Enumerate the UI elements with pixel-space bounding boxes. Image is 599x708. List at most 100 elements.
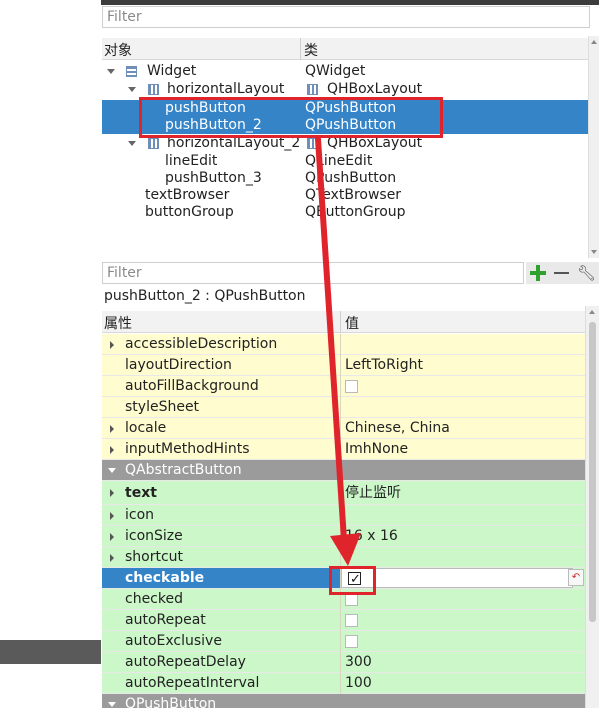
property-row-autorepeatdelay[interactable]: autoRepeatDelay 300 [102,652,585,673]
property-name-cell: accessibleDescription [102,334,340,354]
property-value[interactable] [341,397,585,417]
tree-class-name: QWidget [305,63,366,79]
expand-arrow-icon[interactable] [110,446,114,454]
layout-icon [307,138,318,149]
annotation-highlight-checkable [329,566,376,595]
property-name: autoExclusive [125,633,222,649]
property-value[interactable]: ImhNone [341,439,585,459]
annotation-highlight-selected-buttons [139,97,443,138]
widget-icon [126,66,137,77]
form-canvas[interactable] [0,0,101,708]
property-name: styleSheet [125,399,200,415]
property-name-cell: text [102,481,340,504]
property-name-cell: autoRepeat [102,610,340,630]
property-name-cell: checked [102,589,340,609]
property-group-name: QPushButton [125,696,217,708]
property-value[interactable] [341,334,585,354]
property-row-accessibledescription[interactable]: accessibleDescription [102,334,585,355]
property-value[interactable]: 停止监听 [341,481,585,504]
column-header-object[interactable]: 对象 [104,40,132,60]
property-row-text[interactable]: text 停止监听 [102,481,585,505]
property-row-inputmethodhints[interactable]: inputMethodHints ImhNone [102,439,585,460]
tree-object-name: lineEdit [165,153,218,169]
scroll-down-icon[interactable] [591,250,597,254]
plus-icon[interactable] [529,264,547,282]
collapse-arrow-icon[interactable] [108,468,116,473]
property-row-shortcut[interactable]: shortcut [102,547,585,568]
property-name: icon [125,507,155,523]
tree-row-textbrowser[interactable]: textBrowser QTextBrowser [102,187,588,204]
layout-icon [307,84,318,95]
property-value[interactable]: Chinese, China [341,418,585,438]
tree-row-lineedit[interactable]: lineEdit QLineEdit [102,153,588,170]
property-name: checked [125,591,183,607]
property-toolbar: 🔧︎ [526,262,599,284]
column-header-value[interactable]: 值 [345,313,359,333]
expand-arrow-icon[interactable] [110,512,114,520]
property-name-cell: layoutDirection [102,355,340,375]
column-header-property[interactable]: 属性 [104,313,132,333]
property-row-autoexclusive[interactable]: autoExclusive [102,631,585,652]
minus-icon[interactable] [553,264,571,282]
property-name-cell: autoFillBackground [102,376,340,396]
autorepeat-checkbox[interactable] [345,614,358,627]
property-value[interactable]: 300 [341,652,585,672]
expand-arrow-icon[interactable] [110,489,114,497]
reset-arrow-icon[interactable]: ↶ [568,569,584,586]
property-table: accessibleDescription layoutDirection Le… [102,334,585,708]
autofillbackground-checkbox[interactable] [345,380,358,393]
tree-row-pushbutton-3[interactable]: pushButton_3 QPushButton [102,170,588,187]
expand-arrow-icon[interactable] [110,425,114,433]
property-row-autorepeat[interactable]: autoRepeat [102,610,585,631]
expand-arrow-icon[interactable] [110,533,114,541]
tree-object-name: Widget [147,63,197,79]
wrench-icon[interactable]: 🔧︎ [577,264,596,282]
column-header-class[interactable]: 类 [304,40,318,60]
panel-title-strip [101,0,599,5]
property-name-cell: shortcut [102,547,340,567]
property-name: checkable [125,570,205,586]
autoexclusive-checkbox[interactable] [345,635,358,648]
property-row-icon[interactable]: icon [102,505,585,526]
property-row-locale[interactable]: locale Chinese, China [102,418,585,439]
tree-class-name: QButtonGroup [305,204,406,220]
property-row-autofillbackground[interactable]: autoFillBackground [102,376,585,397]
scroll-up-icon[interactable] [589,310,595,314]
property-name-cell: autoRepeatDelay [102,652,340,672]
tree-row-widget[interactable]: Widget QWidget [102,63,588,80]
property-table-scrollbar[interactable] [585,306,599,708]
tree-object-name: textBrowser [145,187,230,203]
property-value[interactable]: 16 x 16 [341,526,585,546]
property-group-name: QAbstractButton [125,462,242,478]
property-value-cell: ✓ ↶ [341,568,585,588]
property-row-iconsize[interactable]: iconSize 16 x 16 [102,526,585,547]
property-value[interactable] [341,505,585,525]
property-name: autoRepeatInterval [125,675,260,691]
property-row-stylesheet[interactable]: styleSheet [102,397,585,418]
property-filter-input[interactable]: Filter [102,262,524,284]
expand-arrow-icon[interactable] [128,141,136,146]
property-value-cell [341,631,585,651]
property-value[interactable]: LeftToRight [341,355,585,375]
tree-object-name: pushButton_3 [165,170,262,186]
property-value[interactable]: 100 [341,673,585,693]
property-row-layoutdirection[interactable]: layoutDirection LeftToRight [102,355,585,376]
scrollbar-thumb[interactable] [589,322,596,622]
property-name: layoutDirection [125,357,232,373]
canvas-status-bar [0,640,101,664]
expand-arrow-icon[interactable] [110,554,114,562]
expand-arrow-icon[interactable] [107,69,115,74]
scroll-up-icon[interactable] [591,40,597,44]
property-value[interactable] [341,547,585,567]
expand-arrow-icon[interactable] [110,341,114,349]
tree-row-horizontallayout[interactable]: horizontalLayout QHBoxLayout [102,81,588,98]
property-group-qpushbutton[interactable]: QPushButton [102,694,585,708]
property-group-qabstractbutton[interactable]: QAbstractButton [102,460,585,481]
object-filter-input[interactable]: Filter [102,6,590,28]
tree-row-buttongroup[interactable]: buttonGroup QButtonGroup [102,204,588,221]
expand-arrow-icon[interactable] [128,87,136,92]
collapse-arrow-icon[interactable] [108,702,116,707]
property-value-cell [341,610,585,630]
object-tree-scrollbar[interactable] [588,36,599,258]
property-row-autorepeatinterval[interactable]: autoRepeatInterval 100 [102,673,585,694]
